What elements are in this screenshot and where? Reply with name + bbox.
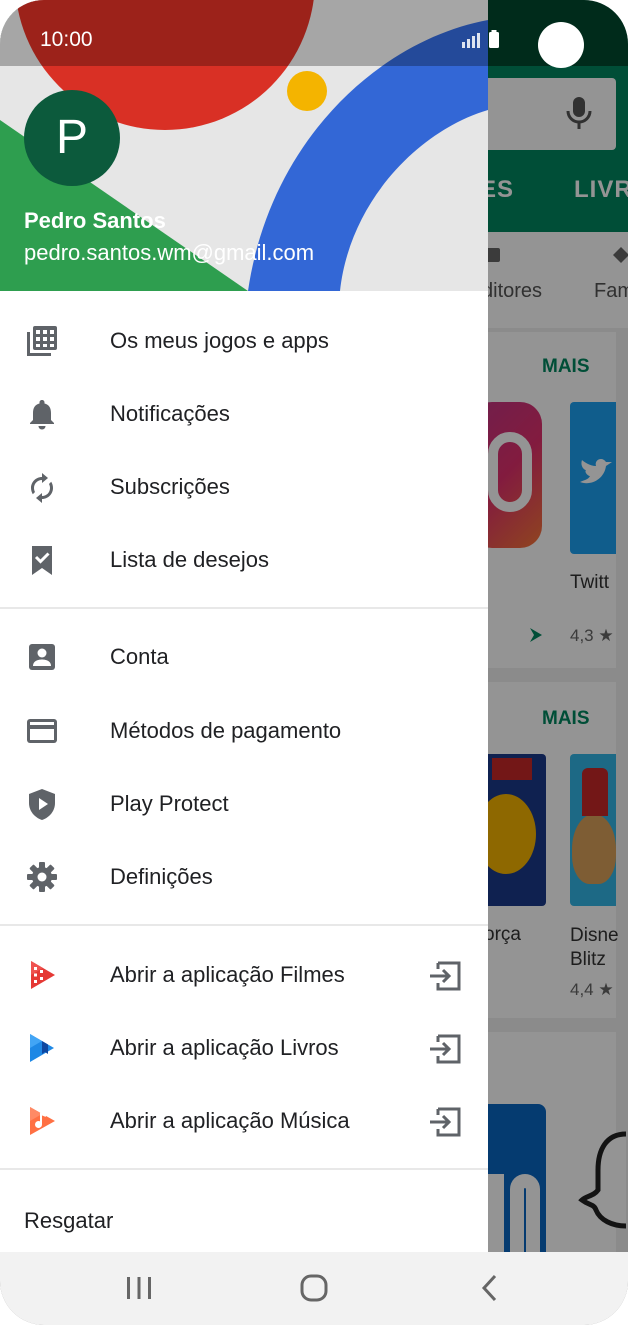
menu-item-open-music[interactable]: Abrir a aplicação Música [0,1086,488,1156]
signal-battery-icon [462,30,499,48]
play-movies-icon [31,961,55,989]
menu-item-label: Abrir a aplicação Livros [110,1035,339,1060]
open-external-icon[interactable] [428,1033,462,1065]
menu-item-account[interactable]: Conta [0,622,488,692]
menu-item-label: Abrir a aplicação Música [110,1108,350,1133]
bookmark-check-icon [32,546,52,575]
apps-grid-icon [27,326,57,356]
menu-item-wishlist[interactable]: Lista de desejos [0,525,488,595]
menu-item-label: Lista de desejos [110,547,269,572]
home-icon[interactable] [294,1268,334,1308]
navigation-drawer: P Pedro Santos pedro.santos.wm@gmail.com… [0,0,488,1252]
shield-play-icon [29,789,55,820]
account-box-icon [29,644,55,670]
menu-item-label: Abrir a aplicação Filmes [110,962,345,987]
account-name: Pedro Santos [24,208,166,233]
bell-icon [30,400,54,430]
menu-item-payment-methods[interactable]: Métodos de pagamento [0,696,488,766]
account-email[interactable]: pedro.santos.wm@gmail.com [24,240,314,266]
menu-item-my-apps[interactable]: Os meus jogos e apps [0,306,488,376]
menu-item-open-movies[interactable]: Abrir a aplicação Filmes [0,940,488,1010]
menu-item-label: Play Protect [110,791,229,816]
camera-cutout [538,22,584,68]
menu-divider [0,1168,488,1170]
menu-item-open-books[interactable]: Abrir a aplicação Livros [0,1013,488,1083]
menu-item-notifications[interactable]: Notificações [0,379,488,449]
open-external-icon[interactable] [428,960,462,992]
play-books-icon [30,1034,54,1062]
menu-item-label: Definições [110,864,213,889]
menu-item-label: Os meus jogos e apps [110,328,329,353]
menu-item-redeem[interactable]: Resgatar [24,1208,113,1234]
menu-item-play-protect[interactable]: Play Protect [0,769,488,839]
credit-card-icon [27,719,57,743]
gear-icon [27,862,57,892]
menu-item-settings[interactable]: Definições [0,842,488,912]
status-time: 10:00 [40,28,93,51]
open-external-icon[interactable] [428,1106,462,1138]
play-music-icon [30,1107,55,1135]
back-icon[interactable] [470,1268,510,1308]
recent-apps-icon[interactable] [119,1268,159,1308]
menu-item-label: Notificações [110,401,230,426]
menu-item-label: Subscrições [110,474,230,499]
refresh-icon [31,473,53,503]
menu-divider [0,924,488,926]
menu-item-label: Conta [110,644,169,669]
phone-screen: ES LIVR ditores Fam MAIS Twitt 4,3 ★ MAI… [0,0,628,1325]
system-navigation-bar [0,1252,628,1325]
menu-item-label: Métodos de pagamento [110,718,342,743]
menu-divider [0,607,488,609]
avatar[interactable]: P [24,90,120,186]
menu-item-subscriptions[interactable]: Subscrições [0,452,488,522]
